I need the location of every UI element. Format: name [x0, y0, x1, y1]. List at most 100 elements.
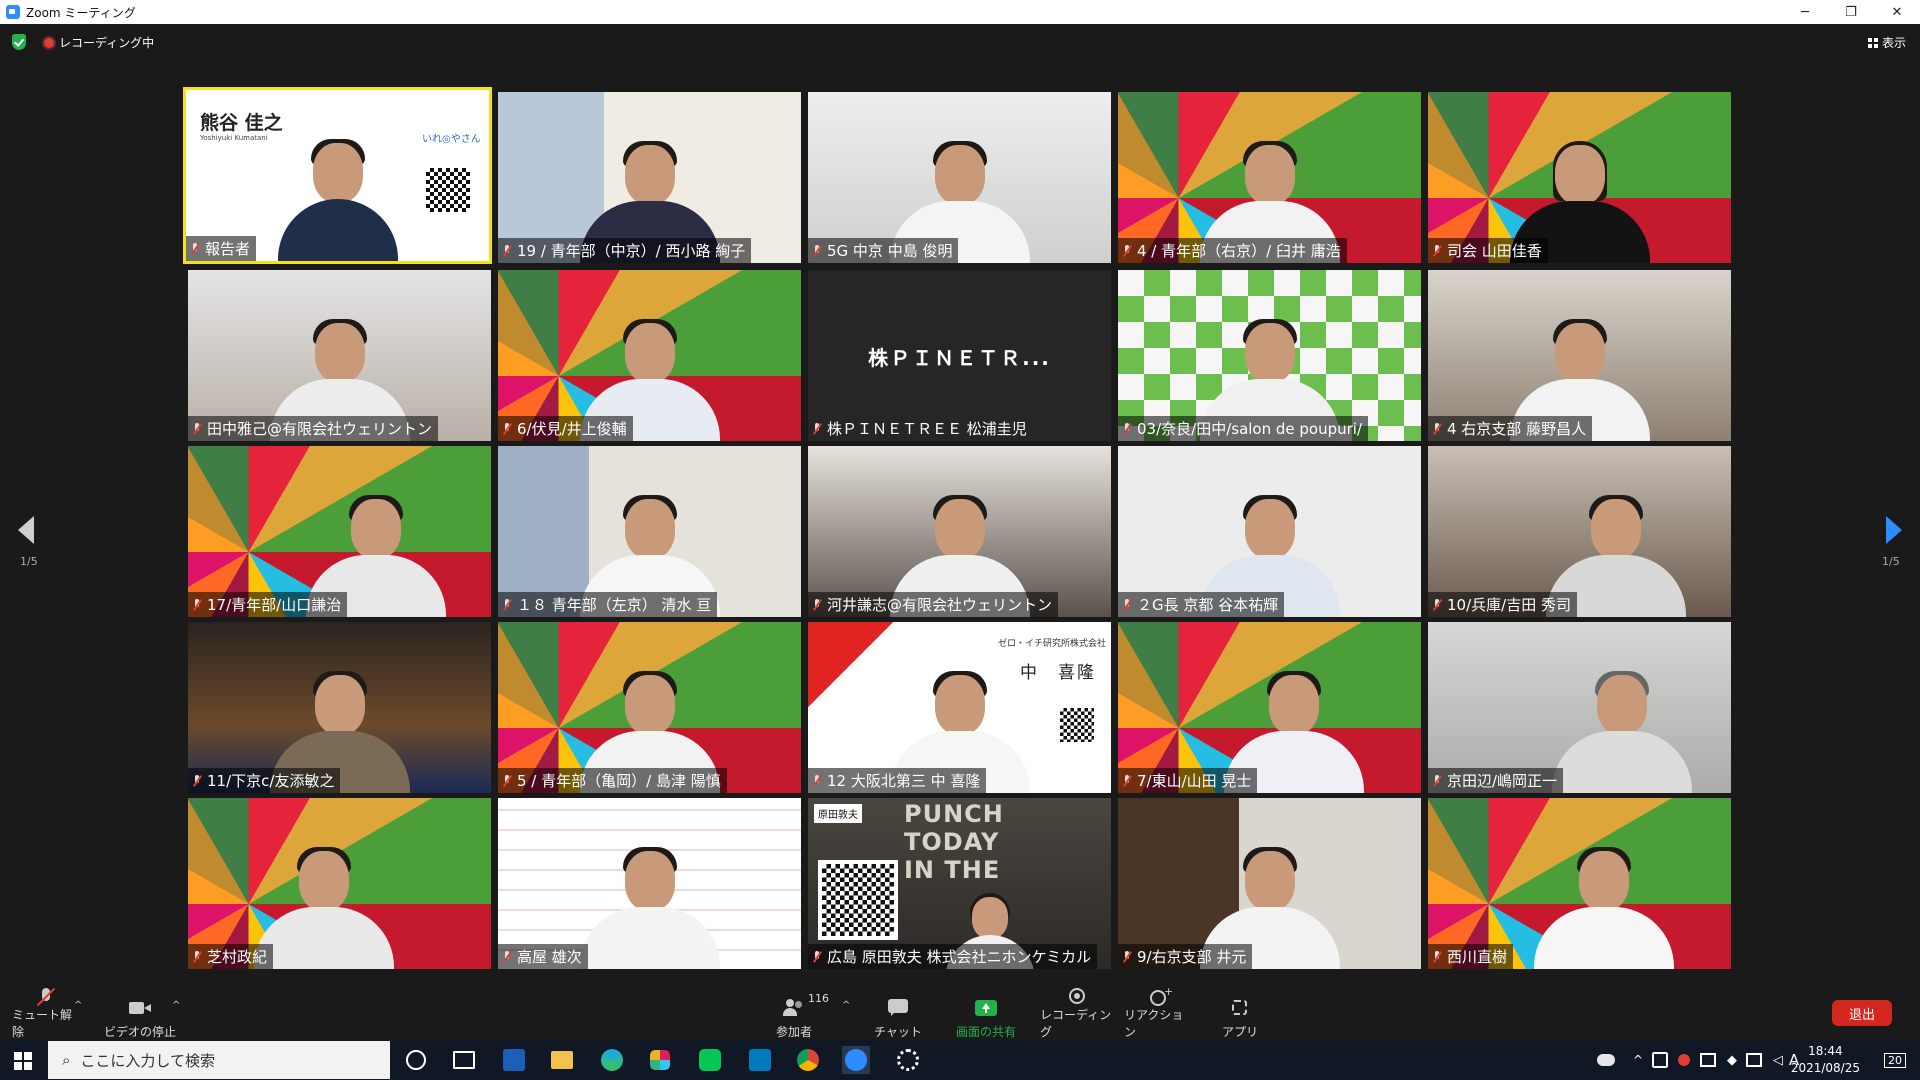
- window-title: Zoom ミーティング: [26, 5, 136, 20]
- video-tile[interactable]: 5 / 青年部（亀岡）/ 島津 陽慎: [498, 622, 801, 793]
- card-name: 中 喜隆: [1020, 663, 1096, 683]
- wall-text: PUNCH TODAY IN THE: [904, 800, 1004, 884]
- participant-name-label: 12 大阪北第三 中 喜隆: [808, 768, 987, 793]
- video-tile[interactable]: 6/伏見/井上俊輔: [498, 270, 801, 441]
- network-icon[interactable]: [1700, 1046, 1716, 1074]
- video-tile[interactable]: 株ＰＩＮＥＴＲ... 株ＰＩＮＥＴＲＥＥ 松浦圭児: [808, 270, 1111, 441]
- microphone-muted-icon: [1122, 774, 1132, 787]
- video-options-chevron-icon[interactable]: ^: [172, 1000, 180, 1011]
- microphone-muted-icon: [812, 422, 822, 435]
- video-tile[interactable]: 河井謙志@有限会社ウェリントン: [808, 446, 1111, 617]
- participant-name-label: 10/兵庫/吉田 秀司: [1428, 592, 1577, 617]
- chat-button[interactable]: チャット: [872, 988, 924, 1044]
- maximize-button[interactable]: ❐: [1828, 0, 1874, 24]
- tray-monitor-icon[interactable]: [1746, 1046, 1762, 1074]
- microphone-muted-icon: [1432, 774, 1442, 787]
- windows-start-icon[interactable]: [14, 1052, 32, 1070]
- audio-options-chevron-icon[interactable]: ^: [74, 1000, 82, 1011]
- next-page-arrow-icon[interactable]: [1886, 516, 1902, 544]
- taskbar-clock[interactable]: 18:44 2021/08/25: [1791, 1043, 1860, 1077]
- leave-meeting-button[interactable]: 退出: [1832, 1000, 1892, 1026]
- video-tile[interactable]: 7/東山/山田 晃士: [1118, 622, 1421, 793]
- video-tile[interactable]: ２G長 京都 谷本祐輝: [1118, 446, 1421, 617]
- slide-speaker-romaji: Yoshiyuki Kumatani: [200, 134, 268, 142]
- microphone-muted-icon: [812, 598, 822, 611]
- dropbox-icon[interactable]: ◆: [1724, 1046, 1740, 1074]
- participant-name-label: 報告者: [186, 236, 257, 261]
- video-tile[interactable]: 19 / 青年部（中京）/ 西小路 絢子: [498, 92, 801, 263]
- chrome-icon[interactable]: [794, 1046, 822, 1074]
- minimize-button[interactable]: ─: [1782, 0, 1828, 24]
- participant-name-label: 7/東山/山田 晃士: [1118, 768, 1258, 793]
- participant-name-label: 司会 山田佳香: [1428, 238, 1548, 263]
- participants-options-chevron-icon[interactable]: ^: [842, 1000, 850, 1011]
- video-tile[interactable]: 芝村政紀: [188, 798, 491, 969]
- video-tile[interactable]: 高屋 雄次: [498, 798, 801, 969]
- participant-name-label: 4 / 青年部（右京）/ 臼井 庸浩: [1118, 238, 1347, 263]
- participant-name-label: 4 右京支部 藤野昌人: [1428, 416, 1593, 441]
- page-indicator-left: 1/5: [20, 555, 38, 568]
- video-tile[interactable]: 京田辺/嶋岡正一: [1428, 622, 1731, 793]
- participant-silhouette: [579, 847, 720, 969]
- slack-icon[interactable]: [646, 1046, 674, 1074]
- tray-app-icon[interactable]: [1652, 1046, 1668, 1074]
- participant-name-label: 19 / 青年部（中京）/ 西小路 絢子: [498, 238, 752, 263]
- reactions-button[interactable]: + リアクション: [1124, 985, 1194, 1044]
- microphone-muted-icon: [192, 422, 202, 435]
- bw-app-icon[interactable]: [500, 1046, 528, 1074]
- grid-view-icon: [1867, 37, 1878, 48]
- video-tile[interactable]: １８ 青年部（左京） 清水 亘: [498, 446, 801, 617]
- participant-name-label: 03/奈良/田中/salon de poupuri/: [1118, 416, 1369, 441]
- video-tile[interactable]: 11/下京c/友添敏之: [188, 622, 491, 793]
- trello-icon[interactable]: [746, 1046, 774, 1074]
- weather-icon[interactable]: [1596, 1046, 1616, 1074]
- cortana-icon[interactable]: [402, 1046, 430, 1074]
- card-name: 原田敦夫: [814, 804, 862, 823]
- file-explorer-icon[interactable]: [548, 1046, 576, 1074]
- participant-silhouette: [254, 847, 395, 969]
- video-tile[interactable]: 17/青年部/山口謙治: [188, 446, 491, 617]
- participant-name-label: 京田辺/嶋岡正一: [1428, 768, 1564, 793]
- task-view-icon[interactable]: [450, 1046, 478, 1074]
- tray-expand-chevron-icon[interactable]: ^: [1630, 1046, 1646, 1074]
- taskbar-search-box[interactable]: ⌕ ここに入力して検索: [48, 1041, 390, 1079]
- microphone-muted-icon: [1122, 950, 1132, 963]
- notification-center-icon[interactable]: 20: [1880, 1046, 1910, 1074]
- security-shield-icon[interactable]: [12, 34, 26, 50]
- qr-code: [818, 860, 898, 940]
- record-button[interactable]: レコーディング: [1040, 988, 1116, 1044]
- video-tile[interactable]: 4 / 青年部（右京）/ 臼井 庸浩: [1118, 92, 1421, 263]
- close-window-button[interactable]: ✕: [1874, 0, 1920, 24]
- settings-gear-icon[interactable]: [894, 1046, 922, 1074]
- video-tile[interactable]: 田中雅己@有限会社ウェリントン: [188, 270, 491, 441]
- line-app-icon[interactable]: [696, 1046, 724, 1074]
- recording-indicator[interactable]: レコーディング中: [44, 34, 154, 51]
- zoom-taskbar-icon[interactable]: [842, 1046, 870, 1074]
- microphone-muted-icon: [502, 950, 512, 963]
- video-tile[interactable]: PUNCH TODAY IN THE 原田敦夫 広島 原田敦夫 株式会社ニホンケ…: [808, 798, 1111, 969]
- participant-name-label: 6/伏見/井上俊輔: [498, 416, 633, 441]
- unmute-button[interactable]: ミュート解除: [12, 987, 80, 1044]
- video-tile[interactable]: 5G 中京 中島 俊明: [808, 92, 1111, 263]
- microphone-muted-icon: [502, 244, 512, 257]
- share-screen-button[interactable]: 画面の共有: [948, 988, 1024, 1044]
- video-tile[interactable]: 03/奈良/田中/salon de poupuri/: [1118, 270, 1421, 441]
- previous-page-arrow-icon[interactable]: [18, 516, 34, 544]
- meeting-header: レコーディング中 表示: [0, 24, 1920, 60]
- apps-button[interactable]: アプリ: [1214, 988, 1266, 1044]
- video-tile[interactable]: 4 右京支部 藤野昌人: [1428, 270, 1731, 441]
- window-titlebar: Zoom ミーティング ─ ❐ ✕: [0, 0, 1920, 24]
- view-button[interactable]: 表示: [1867, 34, 1906, 51]
- video-tile[interactable]: 西川直樹: [1428, 798, 1731, 969]
- stop-video-button[interactable]: ビデオの停止: [100, 988, 180, 1044]
- participant-name-label: 11/下京c/友添敏之: [188, 768, 341, 793]
- video-tile[interactable]: 10/兵庫/吉田 秀司: [1428, 446, 1731, 617]
- video-tile[interactable]: 9/右京支部 井元: [1118, 798, 1421, 969]
- video-tile[interactable]: 司会 山田佳香: [1428, 92, 1731, 263]
- video-tile[interactable]: ゼロ・イチ研究所株式会社 中 喜隆 12 大阪北第三 中 喜隆: [808, 622, 1111, 793]
- edge-browser-icon[interactable]: [598, 1046, 626, 1074]
- security-tray-icon[interactable]: [1676, 1046, 1692, 1074]
- video-tile[interactable]: 熊谷 佳之 Yoshiyuki Kumatani いれ◎やさん 報告者: [183, 87, 492, 264]
- video-camera-icon: [129, 999, 151, 1017]
- participant-name-label: 5 / 青年部（亀岡）/ 島津 陽慎: [498, 768, 727, 793]
